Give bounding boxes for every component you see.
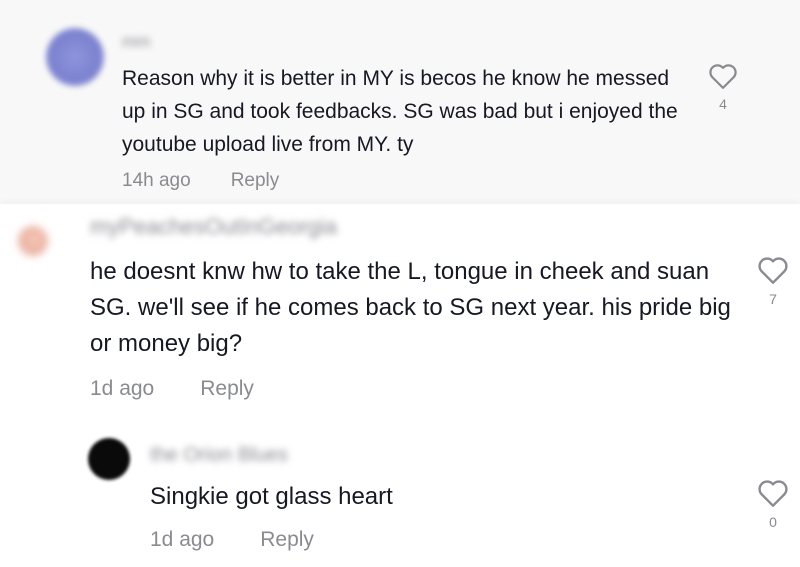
- comment-text: Singkie got glass heart: [150, 483, 393, 510]
- reply-button[interactable]: Reply: [231, 170, 280, 192]
- heart-outline-icon: [709, 64, 737, 89]
- comment-timestamp: 1d ago: [90, 377, 155, 400]
- heart-outline-icon: [758, 480, 788, 507]
- comment-timestamp: 14h ago: [122, 170, 191, 191]
- comment-meta: 1d ago Reply: [90, 377, 254, 401]
- comment-username[interactable]: mm: [122, 32, 150, 52]
- like-count: 7: [769, 291, 777, 307]
- comment-meta: 14h ago Reply: [122, 170, 279, 192]
- comment-timestamp: 1d ago: [150, 528, 215, 551]
- comment-username[interactable]: myPeachesOutInGeorgia: [90, 214, 337, 240]
- avatar[interactable]: [18, 226, 48, 256]
- like-count: 4: [719, 96, 727, 112]
- comment-text: he doesnt knw hw to take the L, tongue i…: [90, 258, 731, 357]
- reply-button[interactable]: Reply: [260, 528, 314, 552]
- comment-username[interactable]: the Orion Blues: [150, 444, 288, 467]
- avatar[interactable]: [88, 438, 130, 480]
- like-button[interactable]: 0: [756, 478, 790, 530]
- avatar[interactable]: [46, 28, 104, 86]
- like-button[interactable]: 4: [706, 62, 740, 112]
- heart-outline-icon: [758, 257, 788, 284]
- comment-text: Reason why it is better in MY is becos h…: [122, 67, 678, 156]
- like-count: 0: [769, 514, 777, 530]
- reply-button[interactable]: Reply: [200, 377, 254, 401]
- comment-meta: 1d ago Reply: [150, 528, 314, 552]
- like-button[interactable]: 7: [756, 255, 790, 307]
